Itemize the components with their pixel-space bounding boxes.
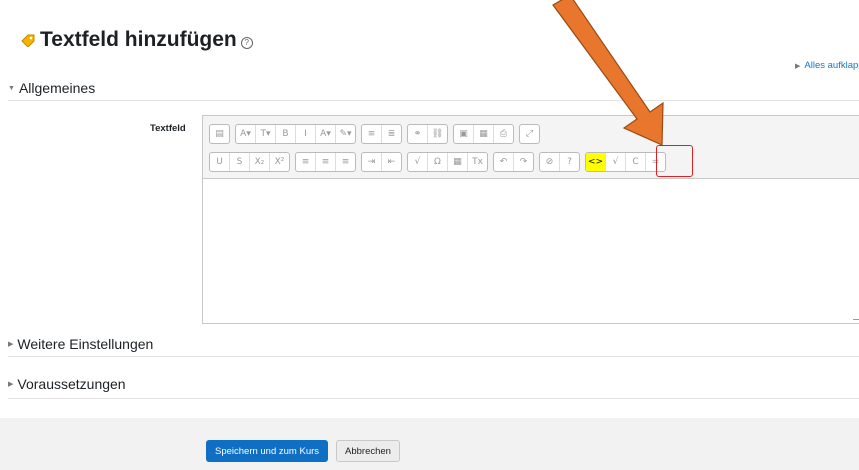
toolbar-button[interactable]: X₂ [250, 153, 270, 171]
section-divider [8, 356, 859, 357]
help-icon[interactable]: ? [240, 37, 253, 49]
toolbar-button[interactable]: ▦ [474, 125, 494, 143]
form-footer [0, 418, 859, 470]
toolbar-button[interactable]: A▾ [316, 125, 336, 143]
page-title-text: Textfeld hinzufügen [40, 28, 237, 51]
toolbar-button[interactable]: ▦ [448, 153, 468, 171]
toolbar-button[interactable]: ≡ [362, 125, 382, 143]
toolbar-button[interactable]: I [296, 125, 316, 143]
toolbar-button[interactable]: ↶ [494, 153, 514, 171]
row2-group: U S X₂ X² [209, 152, 290, 172]
caret-right-icon: ▶ [795, 63, 801, 70]
toolbar-button[interactable]: Tx [468, 153, 487, 171]
html-source-button[interactable]: <> [586, 153, 606, 171]
row1-group: ⚭ ⛓ [407, 124, 448, 144]
section-prerequisites[interactable]: ▶ Voraussetzungen [8, 376, 126, 392]
toolbar-row-2: U S X₂ X² ≡ ≡ ≡ ⇥ ⇤ √ Ω ▦ Tx ↶ ↷ ⊘? <> √ C = [209, 152, 666, 172]
toolbar-button[interactable]: ≡ [316, 153, 336, 171]
toolbar-button[interactable]: C [626, 153, 646, 171]
tag-icon [21, 34, 35, 47]
row1-group: A▾ T▾ B I A▾ ✎▾ [235, 124, 356, 144]
toolbar-button[interactable]: ▣ [454, 125, 474, 143]
toolbar-button[interactable]: U [210, 153, 230, 171]
caret-right-icon: ▶ [8, 341, 14, 348]
toolbar-button[interactable]: ↷ [514, 153, 533, 171]
toolbar-button[interactable]: B [276, 125, 296, 143]
toolbar-button[interactable]: ⊘ [540, 153, 560, 171]
toolbar-button[interactable]: ⤢ [520, 125, 539, 143]
save-button[interactable]: Speichern und zum Kurs [206, 440, 328, 462]
page-title: Textfeld hinzufügen ? [20, 28, 253, 52]
text-editor[interactable]: ▤ A▾ T▾ B I A▾ ✎▾ ≡ ≣ ⚭ ⛓ ▣ ▦ ⎙ ⤢ U S X₂ X² ≡ ≡ ≡ ⇥ ⇤ √ Ω ▦ Tx ↶ ↷ ⊘?… [202, 115, 859, 324]
section-divider [8, 398, 859, 399]
row2-group: ≡ ≡ ≡ [295, 152, 356, 172]
field-label: Textfeld [150, 123, 186, 134]
toolbar-button[interactable]: ⇤ [382, 153, 401, 171]
row2-group: ↶ ↷ [493, 152, 534, 172]
toolbar-button[interactable]: Ω [428, 153, 448, 171]
toolbar-button[interactable]: S [230, 153, 250, 171]
toolbar-button[interactable]: T▾ [256, 125, 276, 143]
row1-group: ▣ ▦ ⎙ [453, 124, 514, 144]
toolbar-button[interactable]: X² [270, 153, 289, 171]
toolbar-button[interactable]: ? [560, 153, 579, 171]
row2-group: √ Ω ▦ Tx [407, 152, 488, 172]
row2-group: <> √ C = [585, 152, 666, 172]
row2-group: ⊘? [539, 152, 580, 172]
row1-group: ≡ ≣ [361, 124, 402, 144]
toolbar-button[interactable]: √ [606, 153, 626, 171]
resize-handle-icon[interactable] [853, 313, 859, 320]
toolbar-button[interactable]: ✎▾ [336, 125, 355, 143]
toolbar-button[interactable]: ⎙ [494, 125, 513, 143]
editor-content-area[interactable] [203, 179, 859, 323]
caret-right-icon: ▶ [8, 381, 14, 388]
toolbar-button[interactable]: ≡ [336, 153, 355, 171]
toolbar-button[interactable]: ⛓ [428, 125, 447, 143]
cancel-button[interactable]: Abbrechen [336, 440, 400, 462]
row1-group: ⤢ [519, 124, 540, 144]
section-divider [8, 100, 859, 101]
toolbar-button[interactable]: ⚭ [408, 125, 428, 143]
toolbar-button[interactable]: ▤ [210, 125, 229, 143]
toolbar-button[interactable]: ≡ [296, 153, 316, 171]
section-general[interactable]: ▼ Allgemeines [8, 80, 95, 96]
caret-down-icon: ▼ [8, 84, 15, 92]
annotation-arrow [552, 0, 664, 146]
row1-group: ▤ [209, 124, 230, 144]
section-more-settings[interactable]: ▶ Weitere Einstellungen [8, 336, 153, 352]
toolbar-button[interactable]: ≣ [382, 125, 401, 143]
toolbar-button[interactable]: A▾ [236, 125, 256, 143]
expand-all-link[interactable]: ▶Alles aufklappen [795, 60, 859, 71]
toolbar-row-1: ▤ A▾ T▾ B I A▾ ✎▾ ≡ ≣ ⚭ ⛓ ▣ ▦ ⎙ ⤢ [209, 124, 540, 144]
row2-group: ⇥ ⇤ [361, 152, 402, 172]
editor-toolbar: ▤ A▾ T▾ B I A▾ ✎▾ ≡ ≣ ⚭ ⛓ ▣ ▦ ⎙ ⤢ U S X₂ X² ≡ ≡ ≡ ⇥ ⇤ √ Ω ▦ Tx ↶ ↷ ⊘?… [203, 116, 859, 179]
toolbar-button[interactable]: √ [408, 153, 428, 171]
toolbar-button[interactable]: ⇥ [362, 153, 382, 171]
